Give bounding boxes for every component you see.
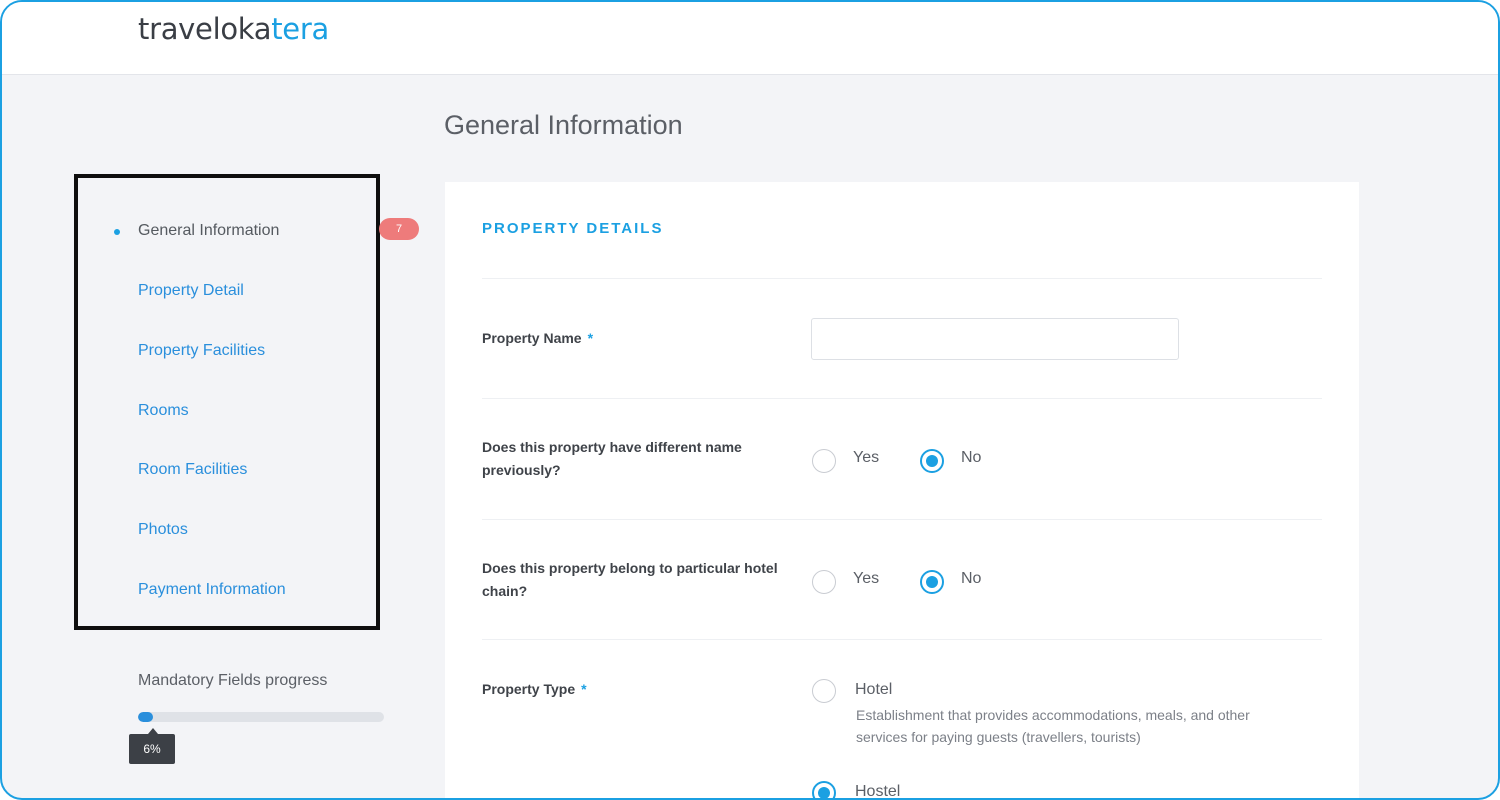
different-name-no-radio[interactable] bbox=[920, 449, 944, 473]
property-name-input[interactable] bbox=[811, 318, 1179, 360]
sidebar-item-room-facilities[interactable]: Room Facilities bbox=[138, 461, 247, 479]
property-type-hostel-label[interactable]: Hostel bbox=[855, 783, 900, 798]
section-title: PROPERTY DETAILS bbox=[482, 220, 664, 237]
different-name-yes-radio[interactable] bbox=[812, 449, 836, 473]
hotel-chain-yes-radio[interactable] bbox=[812, 570, 836, 594]
property-type-hostel-radio[interactable] bbox=[812, 781, 836, 798]
sidebar-item-property-facilities[interactable]: Property Facilities bbox=[138, 342, 265, 360]
divider bbox=[482, 278, 1322, 279]
divider bbox=[482, 519, 1322, 520]
missing-fields-badge: 7 bbox=[379, 218, 419, 240]
sidebar-item-payment-information[interactable]: Payment Information bbox=[138, 581, 286, 599]
sidebar-item-rooms[interactable]: Rooms bbox=[138, 402, 189, 420]
progress-bar bbox=[138, 712, 384, 722]
progress-fill bbox=[138, 712, 153, 722]
sidebar-item-property-detail[interactable]: Property Detail bbox=[138, 282, 244, 300]
property-type-hotel-label[interactable]: Hotel bbox=[855, 681, 892, 699]
top-bar: travelokatera bbox=[2, 2, 1498, 75]
property-type-hotel-description: Establishment that provides accommodatio… bbox=[856, 707, 1250, 745]
different-name-label: Does this property have different name p… bbox=[482, 439, 742, 478]
active-indicator-dot bbox=[114, 229, 120, 235]
required-asterisk: * bbox=[581, 681, 587, 697]
progress-tooltip: 6% bbox=[129, 728, 175, 764]
property-type-label-text: Property Type bbox=[482, 681, 576, 697]
logo[interactable]: travelokatera bbox=[138, 12, 329, 46]
form-card: PROPERTY DETAILS Property Name * Does thi… bbox=[445, 182, 1359, 798]
required-asterisk: * bbox=[587, 330, 594, 346]
different-name-yes-label[interactable]: Yes bbox=[853, 449, 879, 467]
property-type-hotel-radio[interactable] bbox=[812, 679, 836, 703]
divider bbox=[482, 639, 1322, 640]
app-frame: travelokatera General Information Genera… bbox=[0, 0, 1500, 800]
progress-label: Mandatory Fields progress bbox=[138, 672, 328, 689]
property-name-label-text: Property Name bbox=[482, 330, 582, 346]
sidebar-item-photos[interactable]: Photos bbox=[138, 521, 188, 539]
hotel-chain-no-radio[interactable] bbox=[920, 570, 944, 594]
hotel-chain-yes-label[interactable]: Yes bbox=[853, 570, 879, 588]
property-name-label: Property Name * bbox=[482, 327, 593, 350]
divider bbox=[482, 398, 1322, 399]
logo-accent: tera bbox=[271, 12, 329, 46]
hotel-chain-no-label[interactable]: No bbox=[961, 570, 981, 588]
sidebar-nav: General Information Property Detail Prop… bbox=[74, 174, 380, 630]
property-type-label: Property Type * bbox=[482, 678, 587, 701]
page-title: General Information bbox=[444, 110, 683, 140]
logo-primary: traveloka bbox=[138, 12, 272, 46]
hotel-chain-label: Does this property belong to particular … bbox=[482, 560, 778, 599]
sidebar-item-general-information[interactable]: General Information bbox=[138, 222, 279, 240]
different-name-no-label[interactable]: No bbox=[961, 449, 981, 467]
